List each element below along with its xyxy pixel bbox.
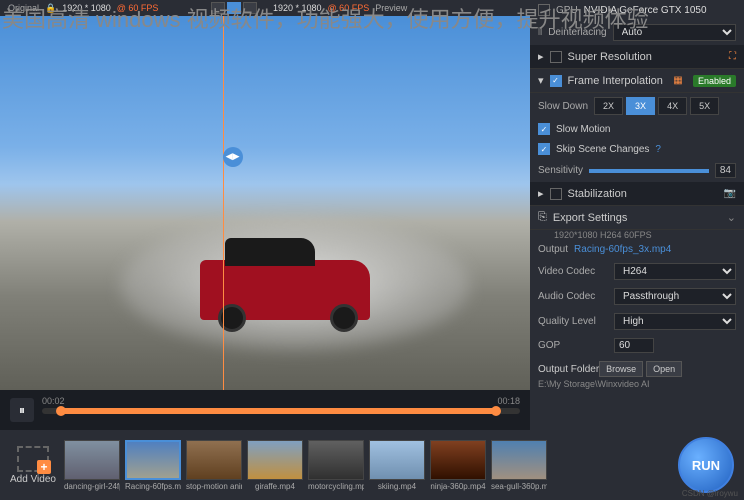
- quality-select[interactable]: High: [614, 313, 736, 330]
- time-end: 00:18: [497, 396, 520, 406]
- export-icon: ⎘: [538, 211, 547, 224]
- open-button[interactable]: Open: [646, 361, 682, 377]
- add-video-button[interactable]: Add Video: [10, 446, 56, 485]
- quality-label: Quality Level: [538, 316, 608, 327]
- camera-icon: 📷: [724, 188, 736, 199]
- view-mode-3[interactable]: [243, 2, 257, 14]
- export-info: 1920*1080 H264 60FPS: [530, 230, 744, 240]
- gpu-label: GPU: [556, 5, 578, 16]
- gpu-value: NVIDIA GeForce GTX 1050: [584, 5, 707, 16]
- preview-panel: Original 🔒 1920 * 1080 @ 60 FPS 1920 * 1…: [0, 0, 530, 430]
- output-folder-label: Output Folder: [538, 364, 599, 375]
- chevron-down-icon: ⌄: [727, 211, 736, 224]
- gpu-checkbox[interactable]: [538, 4, 550, 16]
- skip-scene-label: Skip Scene Changes: [556, 144, 649, 155]
- deinterlace-icon: ⫴: [538, 27, 542, 38]
- gop-label: GOP: [538, 340, 608, 351]
- video-header: Original 🔒 1920 * 1080 @ 60 FPS 1920 * 1…: [0, 0, 530, 16]
- expand-icon: ▸: [538, 50, 544, 63]
- add-video-label: Add Video: [10, 474, 56, 485]
- speed-3x[interactable]: 3X: [626, 97, 655, 115]
- export-header[interactable]: ⎘ Export Settings ⌄: [530, 206, 744, 230]
- add-video-icon: [17, 446, 49, 472]
- timeline-track[interactable]: [42, 408, 520, 414]
- slow-down-label: Slow Down: [538, 101, 588, 112]
- thumb-item[interactable]: giraffe.mp4: [247, 440, 303, 491]
- view-mode-2[interactable]: [227, 2, 241, 14]
- speed-4x[interactable]: 4X: [658, 97, 687, 115]
- collapse-icon: ▾: [538, 74, 544, 87]
- thumb-item[interactable]: skiing.mp4: [369, 440, 425, 491]
- super-res-checkbox[interactable]: [550, 51, 562, 63]
- stabilization-checkbox[interactable]: [550, 188, 562, 200]
- slow-motion-checkbox[interactable]: ✓: [538, 123, 550, 135]
- settings-panel: GPU NVIDIA GeForce GTX 1050 ⫴ Deinterlac…: [530, 0, 744, 430]
- frame-interp-icon: ▦: [673, 75, 682, 86]
- run-button[interactable]: RUN: [678, 437, 734, 493]
- browse-button[interactable]: Browse: [599, 361, 643, 377]
- frame-interp-title: Frame Interpolation: [568, 75, 663, 87]
- original-resolution: 1920 * 1080: [62, 3, 111, 13]
- super-res-icon: ⛶: [729, 51, 736, 62]
- frame-interp-checkbox[interactable]: ✓: [550, 75, 562, 87]
- video-preview[interactable]: ◀▶: [0, 16, 530, 390]
- help-icon[interactable]: ?: [655, 144, 661, 155]
- bottom-bar: Add Video dancing-girl-24fp Racing-60fps…: [0, 430, 744, 500]
- super-resolution-header[interactable]: ▸ Super Resolution ⛶: [530, 45, 744, 69]
- timeline: ⏸ 00:02 00:18: [0, 390, 530, 430]
- original-fps: @ 60 FPS: [117, 3, 159, 13]
- export-title: Export Settings: [553, 212, 628, 224]
- speed-2x[interactable]: 2X: [594, 97, 623, 115]
- video-codec-label: Video Codec: [538, 266, 608, 277]
- watermark: CSDN @iroywu: [682, 489, 738, 498]
- view-mode-1[interactable]: [211, 2, 225, 14]
- deinterlace-select[interactable]: Auto: [613, 24, 736, 41]
- time-current: 00:02: [42, 396, 65, 406]
- preview-fps: @ 60 FPS: [328, 3, 370, 13]
- thumb-item[interactable]: Racing-60fps.mp4: [125, 440, 181, 491]
- audio-codec-select[interactable]: Passthrough: [614, 288, 736, 305]
- compare-slider-handle[interactable]: ◀▶: [223, 147, 243, 167]
- timeline-out-point[interactable]: [491, 406, 501, 416]
- thumb-item[interactable]: ninja-360p.mp4: [430, 440, 486, 491]
- enabled-badge: Enabled: [693, 75, 736, 87]
- preview-resolution: 1920 * 1080: [273, 3, 322, 13]
- thumb-item[interactable]: sea-gull-360p.mp: [491, 440, 547, 491]
- sensitivity-label: Sensitivity: [538, 165, 583, 176]
- audio-codec-label: Audio Codec: [538, 291, 608, 302]
- lock-icon: 🔒: [45, 3, 56, 14]
- sensitivity-slider[interactable]: [589, 169, 709, 173]
- gop-input[interactable]: [614, 338, 654, 353]
- skip-scene-checkbox[interactable]: ✓: [538, 143, 550, 155]
- super-res-title: Super Resolution: [568, 51, 652, 63]
- thumb-item[interactable]: dancing-girl-24fp: [64, 440, 120, 491]
- timeline-in-point[interactable]: [56, 406, 66, 416]
- preview-label: Preview: [375, 3, 407, 13]
- speed-5x[interactable]: 5X: [690, 97, 719, 115]
- thumb-item[interactable]: stop-motion anim: [186, 440, 242, 491]
- output-folder-path: E:\My Storage\Winxvideo AI: [538, 379, 736, 389]
- original-label: Original: [8, 3, 39, 13]
- deinterlace-label: Deinterlacing: [548, 27, 606, 38]
- compare-divider[interactable]: [223, 16, 224, 390]
- video-codec-select[interactable]: H264: [614, 263, 736, 280]
- expand-icon: ▸: [538, 187, 544, 200]
- play-pause-button[interactable]: ⏸: [10, 398, 34, 422]
- frame-interp-header[interactable]: ▾ ✓ Frame Interpolation ▦ Enabled: [530, 69, 744, 93]
- stabilization-title: Stabilization: [568, 188, 627, 200]
- stabilization-header[interactable]: ▸ Stabilization 📷: [530, 182, 744, 206]
- slow-motion-label: Slow Motion: [556, 124, 610, 135]
- thumb-item[interactable]: motorcycling.mp4: [308, 440, 364, 491]
- sensitivity-value: 84: [715, 163, 736, 178]
- output-filename: Racing-60fps_3x.mp4: [574, 244, 671, 255]
- video-thumbnails: dancing-girl-24fp Racing-60fps.mp4 stop-…: [64, 440, 670, 491]
- output-label: Output: [538, 244, 568, 255]
